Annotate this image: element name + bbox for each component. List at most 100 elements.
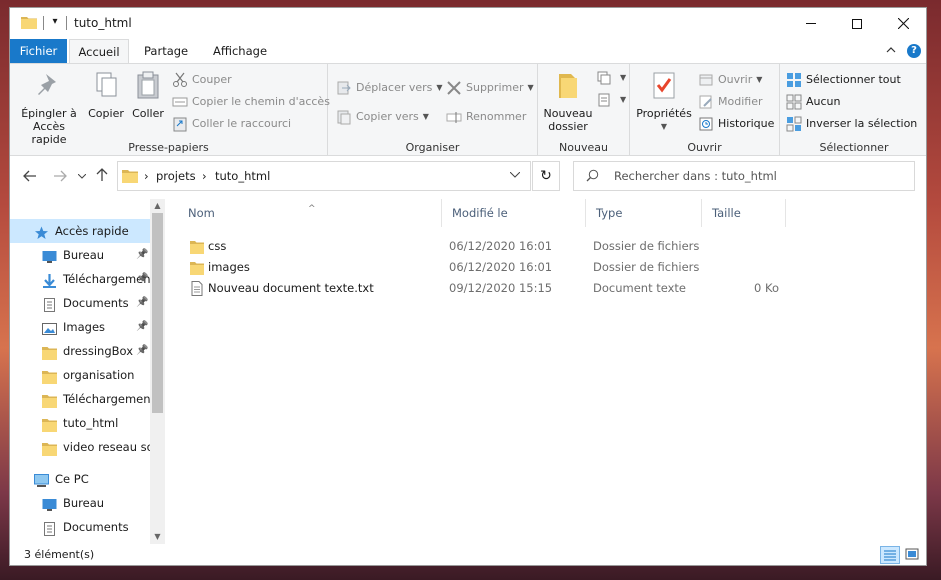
open-button[interactable]: Ouvrir ▼: [698, 70, 762, 90]
nav-item-video-reseau-social[interactable]: video reseau social: [10, 435, 150, 459]
navigation-scrollbar[interactable]: ▲ ▼: [150, 199, 165, 544]
paste-label: Coller: [132, 107, 164, 120]
sort-ascending-icon: ^: [308, 204, 316, 214]
copy-to-label: Copier vers: [356, 110, 419, 123]
group-label-organize: Organiser: [405, 141, 460, 154]
group-clipboard: Épingler à Accès rapide Copier Coller Co…: [10, 64, 330, 156]
nav-item-documents[interactable]: Documents: [10, 515, 150, 539]
invert-selection-label: Inverser la sélection: [806, 117, 918, 130]
select-none-button[interactable]: Aucun: [786, 92, 841, 112]
nav-item-dressingbox[interactable]: dressingBox 📌: [10, 339, 150, 363]
select-all-button[interactable]: Sélectionner tout: [786, 70, 901, 90]
nav-item-organisation[interactable]: organisation: [10, 363, 150, 387]
search-box[interactable]: Rechercher dans : tuto_html: [573, 161, 915, 191]
address-bar[interactable]: › projets › tuto_html: [117, 161, 531, 191]
properties-button[interactable]: Propriétés ▼: [636, 70, 692, 133]
dropdown-caret-icon: ▼: [436, 83, 443, 92]
column-header-size[interactable]: Taille: [702, 199, 786, 227]
new-item-button[interactable]: ▼: [596, 68, 626, 88]
nav-item-bureau[interactable]: Bureau 📌: [10, 243, 150, 267]
copy-icon: [96, 72, 117, 97]
copy-path-button[interactable]: Copier le chemin d'accès: [172, 92, 330, 112]
breadcrumb-separator[interactable]: ›: [202, 169, 207, 183]
column-header-modified[interactable]: Modifié le: [442, 199, 586, 227]
invert-selection-button[interactable]: Inverser la sélection: [786, 114, 917, 134]
arrow-right-icon: [54, 170, 67, 182]
close-button[interactable]: [880, 8, 926, 39]
new-folder-button[interactable]: Nouveau dossier: [542, 70, 594, 133]
nav-item-label: Documents: [63, 296, 129, 310]
tab-view[interactable]: Affichage: [203, 39, 277, 64]
file-size: 0 Ko: [754, 281, 779, 295]
history-button[interactable]: Historique: [698, 114, 774, 134]
folder-icon: [42, 368, 57, 384]
rename-icon: [446, 112, 462, 123]
file-row[interactable]: css 06/12/2020 16:01 Dossier de fichiers: [178, 236, 798, 257]
nav-item-ce-pc[interactable]: Ce PC: [10, 467, 150, 491]
pin-quick-access-button[interactable]: Épingler à Accès rapide: [16, 70, 82, 146]
large-icons-view-button[interactable]: [903, 546, 923, 564]
item-count: 3 élément(s): [24, 548, 95, 561]
group-open: Propriétés ▼ Ouvrir ▼ Modifier Historique…: [630, 64, 780, 156]
select-none-icon: [786, 94, 802, 110]
help-button[interactable]: ?: [907, 44, 921, 58]
move-to-button[interactable]: Déplacer vers ▼: [336, 78, 443, 98]
tab-home[interactable]: Accueil: [69, 39, 129, 64]
file-row[interactable]: Nouveau document texte.txt 09/12/2020 15:…: [178, 278, 798, 299]
cut-label: Couper: [192, 73, 232, 86]
column-size-label: Taille: [712, 206, 741, 220]
nav-item-téléchargements[interactable]: Téléchargements📌: [10, 267, 150, 291]
tab-file[interactable]: Fichier: [10, 39, 67, 64]
nav-item-documents[interactable]: Documents 📌: [10, 291, 150, 315]
copy-to-button[interactable]: Copier vers ▼: [336, 107, 429, 127]
tab-share[interactable]: Partage: [134, 39, 198, 64]
edit-button[interactable]: Modifier: [698, 92, 762, 112]
details-view-button[interactable]: [880, 546, 900, 564]
pin-icon: 📌: [136, 321, 149, 332]
dropdown-caret-icon: ▼: [756, 75, 763, 84]
nav-item-images[interactable]: Images 📌: [10, 315, 150, 339]
refresh-button[interactable]: ↻: [532, 161, 560, 191]
address-dropdown-button[interactable]: [509, 168, 521, 181]
breadcrumb-projets[interactable]: projets: [156, 169, 196, 183]
copy-button[interactable]: Copier: [86, 70, 126, 120]
scroll-up-icon[interactable]: ▲: [150, 199, 165, 213]
nav-item-téléchargements[interactable]: Téléchargements: [10, 387, 150, 411]
pin-icon: 📌: [136, 297, 149, 308]
rename-button[interactable]: Renommer: [446, 107, 526, 127]
maximize-button[interactable]: [834, 8, 880, 39]
scroll-down-icon[interactable]: ▼: [150, 530, 165, 544]
delete-button[interactable]: Supprimer ▼: [446, 78, 534, 98]
nav-item-bureau[interactable]: Bureau: [10, 491, 150, 515]
forward-button[interactable]: [50, 167, 70, 187]
breadcrumb-tuto-html[interactable]: tuto_html: [215, 169, 270, 183]
breadcrumb-separator[interactable]: ›: [144, 169, 149, 183]
navigation-pane: Accès rapideBureau📌Téléchargements📌Docum…: [10, 199, 165, 544]
column-header-type[interactable]: Type: [586, 199, 702, 227]
select-none-label: Aucun: [806, 95, 841, 108]
folder-icon: [42, 416, 57, 432]
folder-icon: [42, 440, 57, 456]
ribbon-collapse-button[interactable]: [886, 45, 896, 56]
paste-shortcut-button[interactable]: Coller le raccourci: [172, 114, 291, 134]
recent-locations-button[interactable]: [72, 167, 92, 187]
folder-icon: [122, 170, 138, 183]
new-folder-icon: [559, 74, 577, 98]
nav-item-accès-rapide[interactable]: Accès rapide: [10, 219, 150, 243]
column-header-name[interactable]: ^ Nom: [178, 199, 442, 227]
status-bar: 3 élément(s): [10, 544, 926, 565]
up-button[interactable]: [92, 167, 112, 187]
minimize-button[interactable]: [788, 8, 834, 39]
ribbon-tabs: Fichier Accueil Partage Affichage ?: [10, 39, 926, 64]
easy-access-button[interactable]: ▼: [596, 90, 626, 110]
history-icon: [699, 117, 713, 131]
quick-access-toolbar-dropdown[interactable]: ▾: [48, 14, 62, 30]
cut-button[interactable]: Couper: [172, 70, 232, 90]
paste-button[interactable]: Coller: [128, 70, 168, 120]
scrollbar-thumb[interactable]: [152, 213, 163, 413]
folder-icon: [42, 344, 57, 360]
nav-item-tuto-html[interactable]: tuto_html: [10, 411, 150, 435]
pictures-icon: [42, 320, 57, 335]
back-button[interactable]: [20, 167, 40, 187]
file-row[interactable]: images 06/12/2020 16:01 Dossier de fichier…: [178, 257, 798, 278]
